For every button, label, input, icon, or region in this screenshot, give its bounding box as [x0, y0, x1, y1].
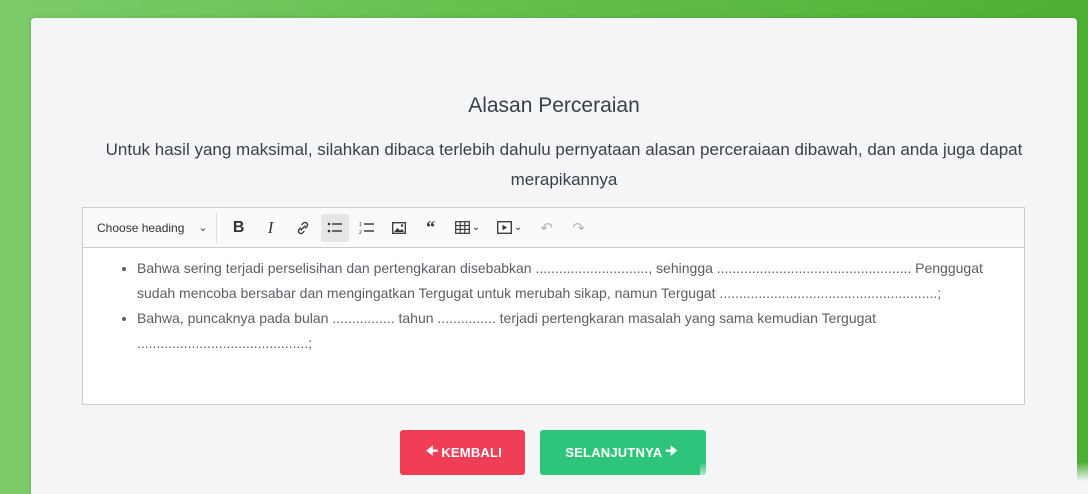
list-item: Bahwa, puncaknya pada bulan ............… — [137, 306, 1004, 356]
list-item: Bahwa sering terjadi perselisihan dan pe… — [137, 256, 1004, 306]
bold-icon[interactable]: B — [225, 214, 253, 242]
page-title: Alasan Perceraian — [468, 94, 640, 117]
media-icon[interactable]: ⌄ — [491, 214, 529, 242]
editor-toolbar: Choose heading ⌄ B I 12 “ ⌄ ⌄ ↶ ↷ — [83, 208, 1024, 248]
italic-icon[interactable]: I — [257, 214, 285, 242]
bottom-fade — [700, 462, 1088, 494]
numbered-list-icon[interactable]: 12 — [353, 214, 381, 242]
svg-text:1: 1 — [359, 222, 362, 228]
chevron-down-icon: ⌄ — [198, 222, 208, 234]
back-button[interactable]: 🠈 KEMBALI — [400, 430, 525, 475]
bulleted-list-icon[interactable] — [320, 213, 349, 242]
chevron-down-icon: ⌄ — [471, 222, 481, 233]
heading-dropdown[interactable]: Choose heading ⌄ — [89, 212, 217, 243]
svg-text:2: 2 — [359, 230, 362, 235]
link-icon[interactable] — [289, 214, 317, 242]
heading-dropdown-label: Choose heading — [97, 220, 185, 235]
back-button-label: KEMBALI — [441, 445, 502, 460]
redo-icon[interactable]: ↷ — [565, 214, 593, 242]
blockquote-icon[interactable]: “ — [417, 214, 445, 242]
alasan-list: Bahwa sering terjadi perselisihan dan pe… — [119, 256, 1004, 356]
arrow-right-icon: 🠊 — [665, 442, 678, 458]
page-subtitle: Untuk hasil yang maksimal, silahkan diba… — [105, 140, 1023, 189]
arrow-left-icon: 🠈 — [426, 442, 439, 458]
next-button-label: SELANJUTNYA — [565, 445, 663, 460]
chevron-down-icon: ⌄ — [513, 222, 523, 233]
next-button[interactable]: SELANJUTNYA 🠊 — [540, 430, 706, 475]
table-icon[interactable]: ⌄ — [449, 214, 487, 242]
image-icon[interactable] — [385, 214, 413, 242]
rich-text-editor[interactable]: Choose heading ⌄ B I 12 “ ⌄ ⌄ ↶ ↷ Bahwa — [82, 207, 1025, 405]
editor-content[interactable]: Bahwa sering terjadi perselisihan dan pe… — [83, 248, 1024, 356]
undo-icon[interactable]: ↶ — [533, 214, 561, 242]
